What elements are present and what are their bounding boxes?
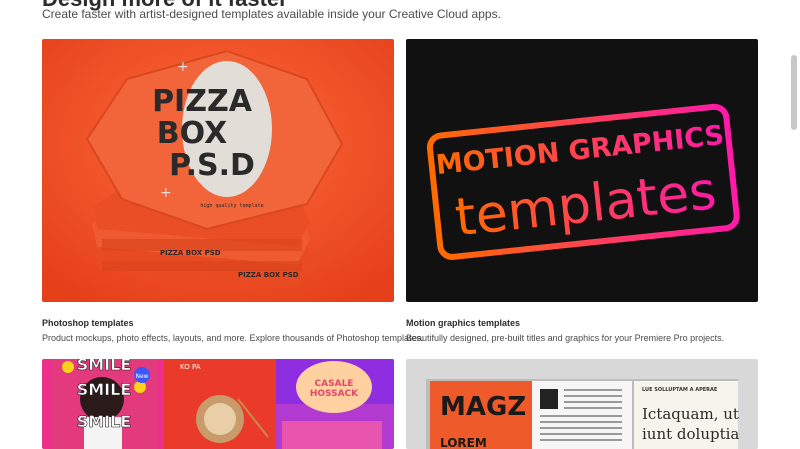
motion-graphics-templates-card[interactable]: MOTION GRAPHICS templates: [406, 39, 758, 302]
plus-mark-icon: +: [160, 185, 172, 201]
pizza-box-image: PIZZA BOX P.S.D high quality template + …: [42, 39, 394, 302]
scrollbar-thumb[interactable]: [791, 55, 797, 130]
collage-templates-card[interactable]: SMILE SMILE SMILE New KO PA CASALE HOSSA…: [42, 359, 394, 449]
right-page-heading: LUE SOLLUPTAM A APERAE: [642, 387, 718, 393]
scrollbar[interactable]: [788, 0, 800, 449]
magazine-subtitle: LOREM: [440, 436, 487, 449]
magazine-templates-card[interactable]: MAGZ LOREM LUE SOLLUPTAM A APERAE Ictaqu…: [406, 359, 758, 449]
magazine-title: MAGZ: [440, 392, 526, 422]
photoshop-templates-card[interactable]: PIZZA BOX P.S.D high quality template + …: [42, 39, 394, 302]
collage-image: SMILE SMILE SMILE New KO PA CASALE HOSSA…: [42, 359, 394, 449]
right-page-line-1: Ictaquam, ut: [642, 405, 739, 423]
smile-text: SMILE: [77, 412, 132, 431]
card-description-motion-graphics: Beautifully designed, pre-built titles a…: [406, 333, 725, 343]
card-title-motion-graphics[interactable]: Motion graphics templates: [406, 318, 520, 328]
casale-line-1: CASALE: [315, 379, 354, 389]
section-subheading: Create faster with artist-designed templ…: [42, 7, 501, 21]
pizza-tagline: high quality template: [200, 203, 263, 209]
plus-mark-icon: +: [177, 59, 189, 75]
pizza-band-text: PIZZA BOX PSD: [238, 271, 299, 279]
card-description-photoshop: Product mockups, photo effects, layouts,…: [42, 333, 424, 343]
kopa-label: KO PA: [180, 363, 201, 371]
pizza-band-text: PIZZA BOX PSD: [160, 249, 221, 257]
pizza-line-2: BOX: [157, 116, 227, 151]
pizza-line-1: PIZZA: [152, 84, 253, 119]
smile-text: SMILE: [77, 359, 132, 374]
smile-text: SMILE: [77, 380, 132, 399]
motion-graphics-image: MOTION GRAPHICS templates: [406, 39, 758, 302]
magazine-image: MAGZ LOREM LUE SOLLUPTAM A APERAE Ictaqu…: [406, 359, 758, 449]
smiley-icon: [62, 361, 74, 373]
casale-line-2: HOSSACK: [310, 389, 359, 399]
right-page-line-2: iunt doluptia: [642, 425, 739, 443]
smiley-icon: [134, 381, 146, 393]
pizza-line-3: P.S.D: [169, 148, 255, 183]
new-badge: New: [135, 373, 148, 380]
card-title-photoshop[interactable]: Photoshop templates: [42, 318, 134, 328]
